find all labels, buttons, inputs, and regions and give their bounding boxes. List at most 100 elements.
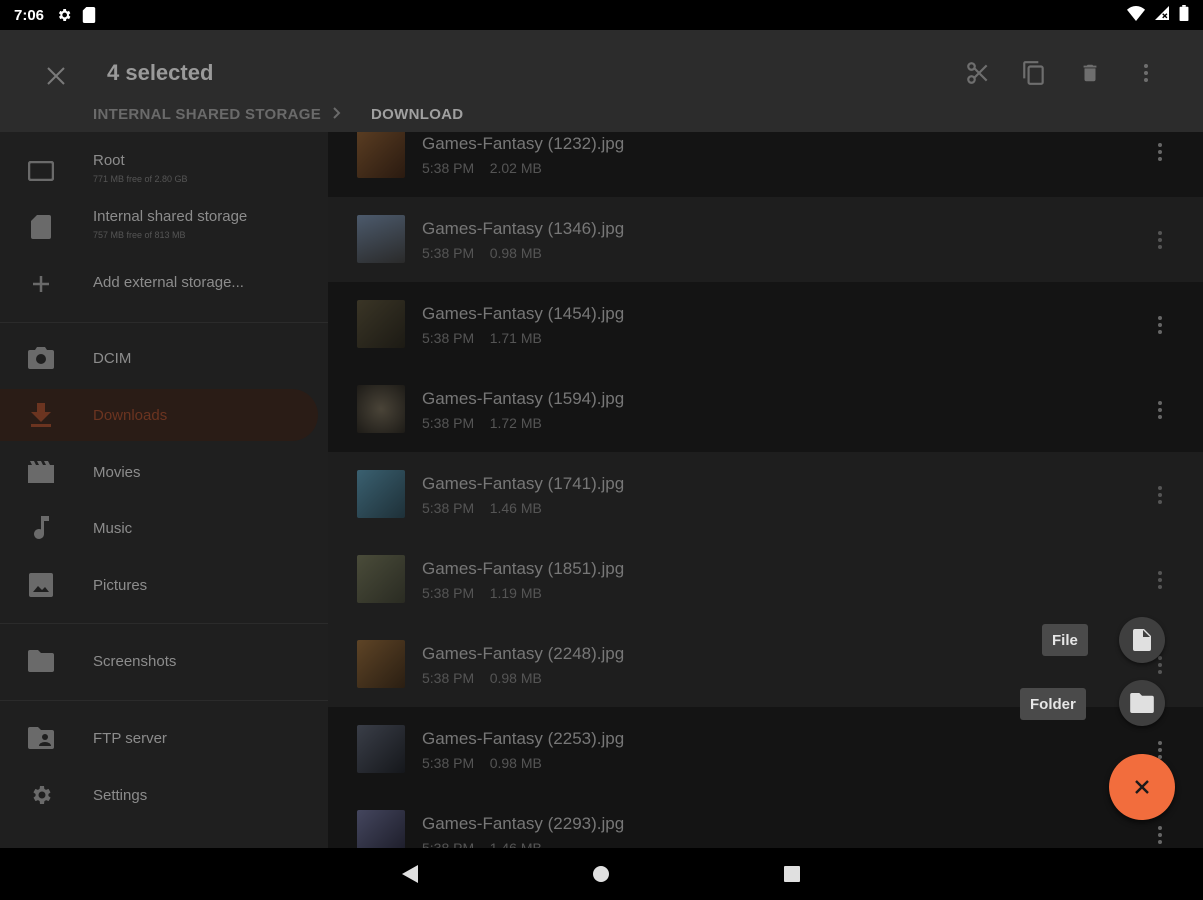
- drawer-item-label: Add external storage...: [93, 274, 244, 291]
- file-thumbnail: [357, 725, 405, 773]
- file-size: 1.19 MB: [489, 585, 542, 601]
- drawer-item-label: FTP server: [93, 730, 167, 747]
- file-time: 5:38 PM: [422, 840, 475, 848]
- more-vert-icon: [1158, 401, 1162, 419]
- file-time: 5:38 PM: [422, 585, 475, 601]
- file-size: 1.72 MB: [489, 415, 542, 431]
- file-name: Games-Fantasy (1594).jpg: [422, 389, 625, 408]
- file-thumbnail: [357, 132, 405, 178]
- drawer-item-movies[interactable]: Movies: [0, 446, 328, 498]
- copy-icon: [1023, 61, 1044, 85]
- back-icon: [402, 865, 418, 883]
- back-button[interactable]: [398, 862, 422, 886]
- drawer-item-add-external-storage[interactable]: Add external storage...: [0, 260, 328, 308]
- close-icon: [47, 67, 65, 85]
- fab-folder-label[interactable]: Folder: [1020, 688, 1086, 720]
- more-vert-icon: [1158, 143, 1162, 161]
- file-meta: 5:38 PM 1.71 MB: [422, 330, 542, 346]
- drawer-item-music[interactable]: Music: [0, 502, 328, 554]
- close-selection-button[interactable]: [38, 58, 74, 94]
- file-more-button[interactable]: [1148, 225, 1172, 255]
- file-size: 0.98 MB: [489, 755, 542, 771]
- drawer-item-root[interactable]: Root 771 MB free of 2.80 GB: [0, 144, 328, 200]
- drawer-item-dcim[interactable]: DCIM: [0, 332, 328, 384]
- clock: 7:06: [14, 6, 45, 24]
- battery-icon: [1179, 5, 1189, 25]
- more-vert-icon: [1158, 656, 1162, 674]
- drawer-item-label: Downloads: [93, 407, 168, 424]
- action-toolbar: [961, 56, 1163, 90]
- delete-button[interactable]: [1073, 56, 1107, 90]
- file-time: 5:38 PM: [422, 670, 475, 686]
- divider: [0, 623, 328, 624]
- file-meta: 5:38 PM 1.46 MB: [422, 840, 542, 848]
- file-thumbnail: [357, 470, 405, 518]
- movie-icon: [28, 459, 54, 485]
- navigation-drawer: Root 771 MB free of 2.80 GB Internal sha…: [0, 132, 328, 848]
- drawer-item-label: Settings: [93, 787, 148, 804]
- home-button[interactable]: [589, 862, 613, 886]
- drawer-item-settings[interactable]: Settings: [0, 769, 328, 821]
- file-row-selected[interactable]: Games-Fantasy (1346).jpg 5:38 PM 0.98 MB: [328, 197, 1203, 282]
- file-name: Games-Fantasy (2248).jpg: [422, 644, 625, 663]
- drawer-item-internal-storage[interactable]: Internal shared storage 757 MB free of 8…: [0, 200, 328, 256]
- file-row[interactable]: Games-Fantasy (2293).jpg 5:38 PM 1.46 MB: [328, 792, 1203, 848]
- new-file-button[interactable]: [1119, 617, 1165, 663]
- file-more-button[interactable]: [1148, 137, 1172, 167]
- file-size: 2.02 MB: [489, 160, 542, 176]
- drawer-item-screenshots[interactable]: Screenshots: [0, 635, 328, 687]
- drawer-item-label: Pictures: [93, 577, 148, 594]
- file-row-selected[interactable]: Games-Fantasy (1741).jpg 5:38 PM 1.46 MB: [328, 452, 1203, 537]
- file-row-selected[interactable]: Games-Fantasy (1851).jpg 5:38 PM 1.19 MB: [328, 537, 1203, 622]
- breadcrumb-internal-storage[interactable]: INTERNAL SHARED STORAGE: [93, 106, 321, 123]
- file-more-button[interactable]: [1148, 820, 1172, 848]
- file-meta: 5:38 PM 0.98 MB: [422, 245, 542, 261]
- cut-icon: [967, 62, 988, 84]
- sd-card-icon: [82, 7, 96, 23]
- file-list: Games-Fantasy (1232).jpg 5:38 PM 2.02 MB…: [328, 132, 1203, 848]
- settings-icon: [28, 782, 54, 808]
- file-name: Games-Fantasy (1346).jpg: [422, 219, 625, 238]
- file-more-button[interactable]: [1148, 310, 1172, 340]
- recents-button[interactable]: [780, 862, 804, 886]
- file-thumbnail: [357, 555, 405, 603]
- drawer-item-label: Internal shared storage: [93, 208, 248, 225]
- folder-icon: [28, 648, 54, 674]
- close-fab-button[interactable]: [1109, 754, 1175, 820]
- drawer-item-ftp-server[interactable]: FTP server: [0, 712, 328, 764]
- file-thumbnail: [357, 300, 405, 348]
- more-vert-icon: [1158, 741, 1162, 759]
- camera-icon: [28, 345, 54, 371]
- status-bar: 7:06: [0, 0, 1203, 30]
- download-icon: [28, 402, 54, 428]
- file-size: 1.46 MB: [489, 500, 542, 516]
- more-vert-icon: [1158, 826, 1162, 844]
- file-more-button[interactable]: [1148, 565, 1172, 595]
- delete-icon: [1083, 64, 1097, 82]
- file-row[interactable]: Games-Fantasy (1232).jpg 5:38 PM 2.02 MB: [328, 132, 1203, 197]
- file-time: 5:38 PM: [422, 755, 475, 771]
- fab-file-label[interactable]: File: [1042, 624, 1088, 656]
- new-folder-button[interactable]: [1119, 680, 1165, 726]
- image-icon: [28, 572, 54, 598]
- drawer-item-downloads[interactable]: Downloads: [0, 389, 328, 441]
- copy-button[interactable]: [1017, 56, 1051, 90]
- file-size: 0.98 MB: [489, 670, 542, 686]
- gear-icon: [56, 7, 72, 23]
- file-thumbnail: [357, 215, 405, 263]
- cut-button[interactable]: [961, 56, 995, 90]
- drawer-item-label: Movies: [93, 464, 141, 481]
- divider: [0, 322, 328, 323]
- file-size: 1.46 MB: [489, 840, 542, 848]
- drawer-item-pictures[interactable]: Pictures: [0, 559, 328, 611]
- ftp-folder-icon: [28, 725, 54, 751]
- music-note-icon: [28, 515, 54, 541]
- file-name: Games-Fantasy (2293).jpg: [422, 814, 625, 833]
- file-more-button[interactable]: [1148, 480, 1172, 510]
- breadcrumb-download[interactable]: DOWNLOAD: [371, 106, 463, 123]
- more-options-button[interactable]: [1129, 56, 1163, 90]
- file-row[interactable]: Games-Fantasy (1594).jpg 5:38 PM 1.72 MB: [328, 367, 1203, 452]
- file-row[interactable]: Games-Fantasy (1454).jpg 5:38 PM 1.71 MB: [328, 282, 1203, 367]
- file-more-button[interactable]: [1148, 395, 1172, 425]
- file-meta: 5:38 PM 1.72 MB: [422, 415, 542, 431]
